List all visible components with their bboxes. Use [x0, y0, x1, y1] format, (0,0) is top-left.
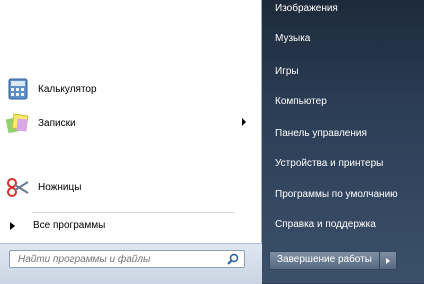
- all-programs-label: Все программы: [33, 220, 106, 231]
- shutdown-button[interactable]: Завершение работы: [269, 251, 380, 270]
- program-label: Ножницы: [38, 181, 82, 193]
- shutdown-group: Завершение работы: [269, 251, 397, 270]
- separator: [32, 212, 234, 213]
- places-panel: Изображения Музыка Игры Компьютер Панель…: [262, 0, 424, 283]
- menu-item-pictures[interactable]: Изображения: [275, 3, 415, 14]
- submenu-arrow-icon[interactable]: [242, 118, 246, 126]
- program-sticky-notes[interactable]: Записки: [6, 110, 256, 136]
- shutdown-options-button[interactable]: [379, 251, 397, 270]
- triangle-right-icon: [10, 221, 15, 230]
- search-icon[interactable]: [225, 251, 241, 267]
- programs-panel: Калькулятор Записки Ножницы Все программ…: [0, 0, 262, 284]
- menu-item-music[interactable]: Музыка: [275, 33, 415, 44]
- calculator-icon: [6, 77, 30, 101]
- program-snipping-tool[interactable]: Ножницы: [6, 174, 256, 200]
- program-label: Калькулятор: [38, 83, 97, 95]
- menu-item-computer[interactable]: Компьютер: [275, 96, 415, 107]
- program-calculator[interactable]: Калькулятор: [6, 76, 256, 102]
- scissors-icon: [6, 175, 30, 199]
- menu-item-devices-printers[interactable]: Устройства и принтеры: [275, 158, 415, 169]
- menu-item-games[interactable]: Игры: [275, 66, 415, 77]
- search-input[interactable]: [10, 253, 225, 265]
- chevron-right-icon: [385, 257, 390, 264]
- program-label: Записки: [38, 117, 76, 129]
- menu-item-control-panel[interactable]: Панель управления: [275, 128, 415, 139]
- all-programs-button[interactable]: Все программы: [10, 220, 105, 231]
- menu-item-default-programs[interactable]: Программы по умолчанию: [275, 189, 415, 200]
- menu-item-help-support[interactable]: Справка и поддержка: [275, 219, 415, 230]
- sticky-notes-icon: [6, 111, 30, 135]
- search-box[interactable]: [9, 250, 245, 268]
